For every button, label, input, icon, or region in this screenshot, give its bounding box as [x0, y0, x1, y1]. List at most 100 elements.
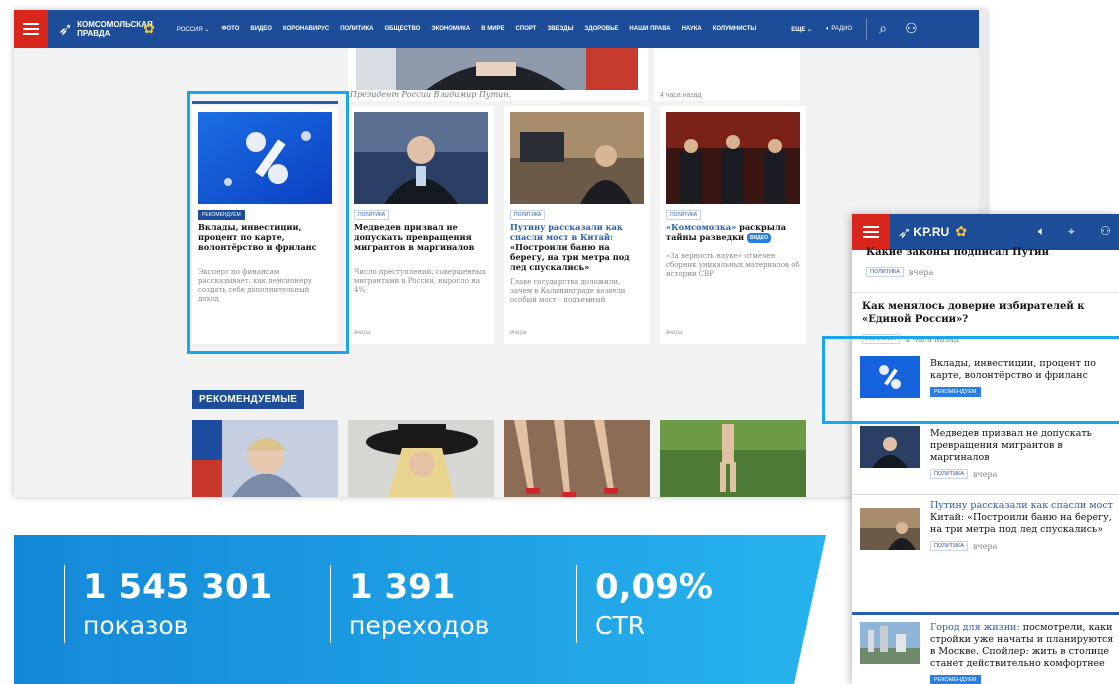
stat-label: показов — [83, 611, 189, 640]
mobile-hamburger-button[interactable] — [852, 214, 890, 250]
recommended-photo-hat[interactable] — [348, 420, 494, 497]
nav-item-sport[interactable]: СПОРТ — [516, 26, 537, 32]
card-time: вчера — [666, 330, 683, 336]
stat-impressions: 1 545 301 показов — [64, 565, 272, 643]
stat-clicks: 1 391 переходов — [330, 565, 489, 643]
card-time: вчера — [354, 330, 371, 336]
chevron-down-icon: ⌄ — [807, 26, 813, 33]
location-pin-icon[interactable]: ⌖ — [1068, 224, 1075, 239]
mobile-item-title: Город для жизни: посмотрели, каки стройк… — [930, 622, 1115, 670]
nav-item-rights[interactable]: НАШИ ПРАВА — [629, 26, 670, 32]
logo-text: Комсомольская правда — [77, 20, 153, 38]
mascot-icon: ✿ — [143, 21, 155, 37]
search-icon[interactable]: ⌕ — [879, 21, 887, 37]
stat-label: переходов — [349, 611, 490, 640]
card-title-highlight: «Комсомолка» — [666, 222, 737, 232]
nav-menu: ФОТО ВИДЕО КОРОНАВИРУС ПОЛИТИКА ОБЩЕСТВО… — [221, 26, 767, 32]
card-lead: Главе государства доложили, зачем в Кали… — [510, 278, 626, 304]
mobile-item-tag[interactable]: РЕКОМЕНДУЕМ — [930, 675, 981, 684]
medvedev-photo — [354, 112, 488, 204]
news-card-medvedev[interactable]: ПОЛИТИКА Медведев призвал не допускать п… — [348, 106, 494, 344]
mobile-title-highlight: Город для жизни: — [930, 622, 1020, 633]
bird-logo-icon: ➶ — [58, 18, 74, 40]
mobile-news-item[interactable]: Медведев призвал не допускать превращени… — [930, 428, 1115, 479]
mobile-item-time: вчера — [972, 541, 998, 551]
mobile-item-title: Медведев призвал не допускать превращени… — [930, 428, 1092, 463]
nav-item-coronavirus[interactable]: КОРОНАВИРУС — [283, 26, 329, 32]
nav-more-dropdown[interactable]: ЕЩЕ ⌄ — [791, 26, 812, 33]
mobile-screenshot: ➶ KP.RU ✿ 🔈︎ ⌖ ⚇ Какие законы подписал П… — [852, 214, 1119, 684]
mobile-promo-item[interactable]: Город для жизни: посмотрели, каки стройк… — [930, 622, 1115, 684]
mobile-item-meta: РЕКОМЕНДУЕМ — [930, 675, 1115, 684]
mobile-title-highlight: Путину рассказали как спасли мост — [930, 500, 1113, 511]
list-divider — [852, 292, 1119, 293]
card-title[interactable]: Медведев призвал не допускать превращени… — [354, 222, 488, 252]
bird-logo-icon: ➶ — [898, 222, 912, 242]
stat-value: 1 545 301 — [83, 567, 273, 607]
card-title[interactable]: Путину рассказали как спасли мост в Кита… — [510, 222, 644, 272]
mobile-item-time: вчера — [972, 469, 998, 479]
card-title-highlight: Путину рассказали как спасли мост в Кита… — [510, 222, 623, 242]
nav-item-politics[interactable]: ПОЛИТИКА — [340, 26, 373, 32]
top-story-card[interactable]: Президент России Владимир Путин. — [348, 48, 648, 101]
chevron-down-icon: ⌄ — [204, 26, 210, 33]
mobile-item-tag[interactable]: ПОЛИТИКА — [930, 541, 968, 551]
news-card-intelligence[interactable]: ПОЛИТИКА «Комсомолка» раскрыла тайны раз… — [660, 106, 806, 344]
radio-label: РАДИО — [831, 25, 853, 32]
hamburger-icon — [23, 23, 39, 35]
card-lead: Число преступлений, совершенных мигранта… — [354, 268, 486, 294]
mobile-item-title: Как менялось доверие избирателей к «Един… — [862, 301, 1085, 325]
mobile-item-meta: ПОЛИТИКА вчера — [866, 267, 1119, 277]
stat-value: 1 391 — [349, 567, 456, 607]
card-tag[interactable]: ПОЛИТИКА — [354, 210, 390, 220]
speaker-icon: 🔈︎ — [826, 25, 830, 32]
top-story-card-right[interactable]: 4 часа назад — [654, 48, 800, 101]
mobile-logo[interactable]: ➶ KP.RU ✿ — [898, 223, 967, 242]
recommended-photo-woman[interactable] — [192, 420, 338, 497]
user-icon[interactable]: ⚇ — [1100, 224, 1111, 238]
mobile-bridge-thumb[interactable] — [860, 508, 920, 550]
story-time: 4 часа назад — [660, 92, 702, 99]
list-divider — [852, 612, 1119, 615]
nav-item-video[interactable]: ВИДЕО — [250, 26, 272, 32]
nav-item-society[interactable]: ОБЩЕСТВО — [385, 26, 421, 32]
news-card-bridge[interactable]: ПОЛИТИКА Путину рассказали как спасли мо… — [504, 106, 650, 344]
region-selector[interactable]: РОССИЯ ⌄ — [177, 26, 210, 33]
mobile-promo-highlight-frame — [822, 336, 1119, 424]
mobile-item-tag[interactable]: ПОЛИТИКА — [930, 469, 968, 479]
nav-item-columnists[interactable]: КОЛУМНИСТЫ — [713, 26, 757, 32]
nav-item-health[interactable]: ЗДОРОВЬЕ — [584, 26, 618, 32]
nav-more-label: ЕЩЕ — [791, 26, 806, 33]
mascot-icon: ✿ — [955, 224, 967, 240]
stat-ctr: 0,09% CTR — [576, 565, 713, 643]
recommended-photo-legs[interactable] — [504, 420, 650, 497]
hamburger-menu-button[interactable] — [14, 10, 48, 48]
top-navigation-bar: ➶ Комсомольская правда ✿ РОССИЯ ⌄ ФОТО В… — [14, 10, 987, 48]
nav-item-world[interactable]: В МИРЕ — [481, 26, 504, 32]
mobile-news-item[interactable]: Какие законы подписал Путин ПОЛИТИКА вче… — [852, 247, 1119, 277]
nav-item-economy[interactable]: ЭКОНОМИКА — [431, 26, 470, 32]
mobile-item-tag[interactable]: ПОЛИТИКА — [866, 267, 904, 277]
list-divider — [852, 494, 1119, 495]
mobile-item-meta: ПОЛИТИКА вчера — [930, 541, 1115, 551]
card-time: вчера — [510, 330, 527, 336]
speaker-icon[interactable]: 🔈︎ — [1038, 224, 1045, 239]
mobile-news-item[interactable]: Путину рассказали как спасли мост Китай:… — [930, 500, 1115, 551]
recommended-photo-grass[interactable] — [660, 420, 806, 497]
video-badge: ВИДЕО — [746, 233, 771, 243]
card-tag[interactable]: ПОЛИТИКА — [510, 210, 546, 220]
nav-item-science[interactable]: НАУКА — [682, 26, 702, 32]
card-tag[interactable]: ПОЛИТИКА — [666, 210, 702, 220]
card-title[interactable]: «Комсомолка» раскрыла тайны разведки ВИД… — [666, 222, 800, 243]
radio-button[interactable]: 🔈︎ РАДИО — [826, 26, 852, 33]
promo-highlight-frame — [187, 91, 349, 354]
mobile-item-title: Путину рассказали как спасли мост Китай:… — [930, 500, 1115, 536]
nav-item-stars[interactable]: ЗВЕЗДЫ — [547, 26, 573, 32]
mobile-medvedev-thumb[interactable] — [860, 426, 920, 468]
mobile-item-time: вчера — [908, 267, 934, 277]
mobile-city-thumb[interactable] — [860, 622, 920, 664]
user-icon[interactable]: ⚇ — [905, 21, 918, 37]
mobile-item-meta: ПОЛИТИКА вчера — [930, 469, 1115, 479]
nav-item-photo[interactable]: ФОТО — [221, 26, 239, 32]
site-logo[interactable]: ➶ Комсомольская правда ✿ — [58, 19, 155, 40]
